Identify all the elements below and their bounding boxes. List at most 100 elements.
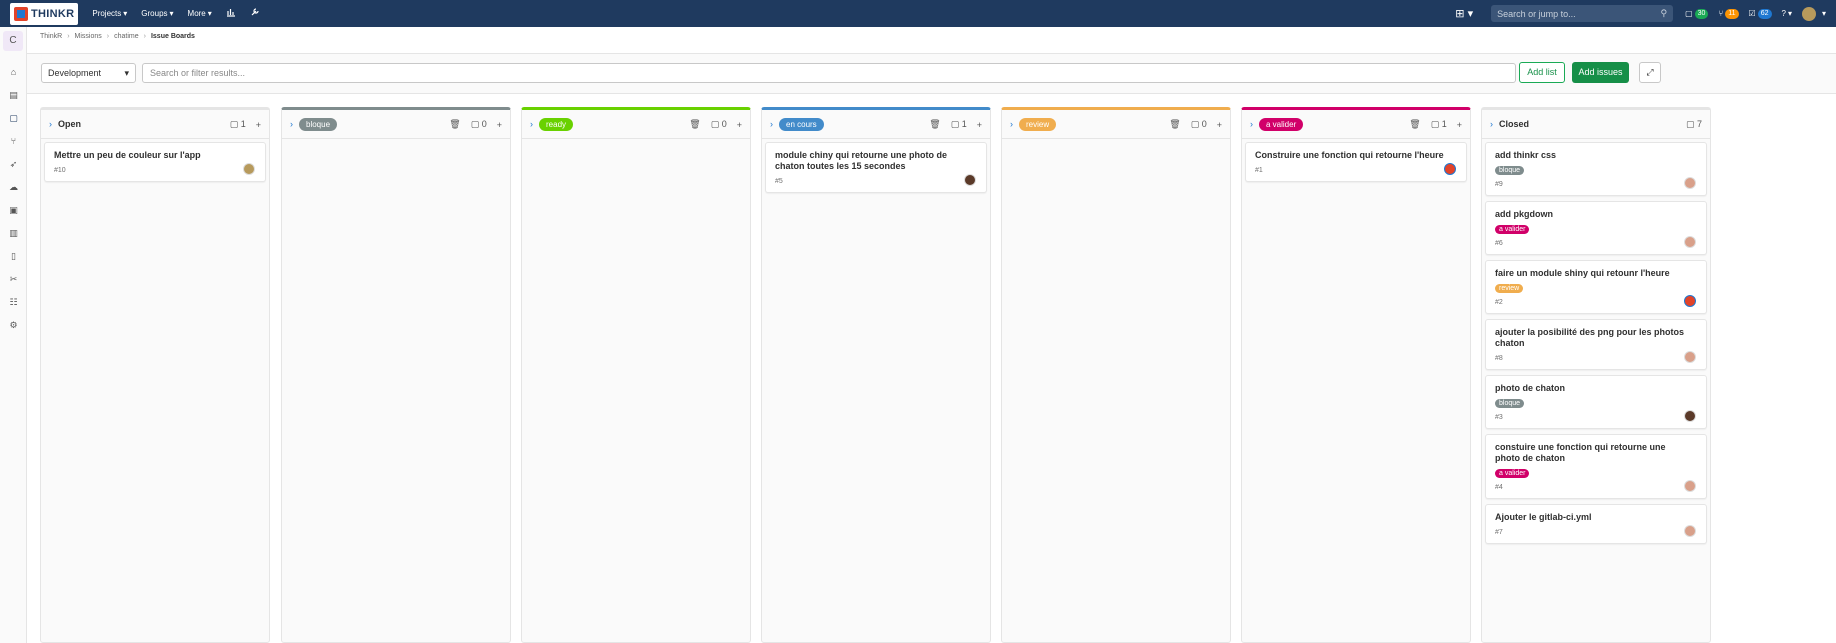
fullscreen-icon[interactable]: ⤢ <box>1639 62 1661 83</box>
chevron-right-icon[interactable]: › <box>1010 119 1013 129</box>
add-issue-plus-icon[interactable]: + <box>256 120 261 130</box>
operations-icon[interactable]: ☁ <box>0 176 27 199</box>
trash-icon[interactable]: 🗑 <box>929 119 940 130</box>
issues-counter[interactable]: ▢ 30 <box>1685 8 1709 19</box>
breadcrumb-current[interactable]: Issue Boards <box>151 33 195 40</box>
user-menu[interactable]: ▾ <box>1801 6 1826 21</box>
add-issue-plus-icon[interactable]: + <box>1217 120 1222 130</box>
issue-title[interactable]: add thinkr css <box>1495 150 1697 161</box>
groups-menu[interactable]: Groups ▾ <box>141 9 173 18</box>
board-selector[interactable]: Development ▾ <box>41 63 136 83</box>
assignee-avatar[interactable] <box>1684 177 1696 189</box>
issue-label[interactable]: review <box>1495 284 1524 293</box>
projects-menu[interactable]: Projects ▾ <box>92 9 127 18</box>
chevron-down-icon: ▾ <box>1464 8 1474 20</box>
chevron-right-icon[interactable]: › <box>530 119 533 129</box>
help-dropdown[interactable]: ? ▾ <box>1782 9 1792 18</box>
issue-label[interactable]: bloque <box>1495 166 1525 175</box>
issue-card[interactable]: photo de chaton bloque #3 <box>1485 375 1707 429</box>
assignee-avatar[interactable] <box>1684 480 1696 492</box>
issue-title[interactable]: constuire une fonction qui retourne une … <box>1495 442 1697 464</box>
list-label[interactable]: ready <box>539 117 574 131</box>
project-avatar[interactable]: C <box>3 31 23 51</box>
add-issue-plus-icon[interactable]: + <box>737 120 742 130</box>
assignee-avatar[interactable] <box>1684 236 1696 248</box>
chevron-right-icon[interactable]: › <box>770 119 773 129</box>
assignee-avatar[interactable] <box>1684 351 1696 363</box>
home-icon[interactable]: ⌂ <box>0 61 27 84</box>
chevron-right-icon[interactable]: › <box>290 119 293 129</box>
issue-label[interactable]: a valider <box>1495 469 1530 478</box>
issue-card[interactable]: constuire une fonction qui retourne une … <box>1485 434 1707 499</box>
rocket-icon[interactable]: ➶ <box>0 153 27 176</box>
issue-label[interactable]: bloque <box>1495 399 1525 408</box>
add-issues-button[interactable]: Add issues <box>1572 62 1629 83</box>
analytics-icon[interactable]: ▥ <box>0 222 27 245</box>
issue-card[interactable]: module chiny qui retourne une photo de c… <box>765 142 987 193</box>
assignee-avatar[interactable] <box>1444 163 1456 175</box>
issue-card[interactable]: faire un module shiny qui retounr l'heur… <box>1485 260 1707 314</box>
assignee-avatar[interactable] <box>243 163 255 175</box>
add-issue-plus-icon[interactable]: + <box>977 120 982 130</box>
global-search-input[interactable]: Search or jump to... ⚲ <box>1491 5 1674 22</box>
issue-card[interactable]: add thinkr css bloque #9 <box>1485 142 1707 196</box>
thinkr-logo[interactable]: THINKR <box>10 2 79 25</box>
list-label[interactable]: review <box>1019 117 1057 131</box>
chevron-right-icon[interactable]: › <box>1490 119 1493 129</box>
breadcrumb-item[interactable]: Missions <box>75 33 102 40</box>
issues-count-badge: 30 <box>1694 8 1709 19</box>
add-list-button[interactable]: Add list <box>1519 62 1565 83</box>
todos-counter[interactable]: ☑ 62 <box>1749 8 1772 19</box>
chevron-right-icon[interactable]: › <box>49 119 52 129</box>
breadcrumb-item[interactable]: ThinkR <box>40 33 62 40</box>
list-label[interactable]: en cours <box>779 117 824 131</box>
merge-requests-counter[interactable]: ⑂ 11 <box>1718 8 1739 19</box>
assignee-avatar[interactable] <box>1684 295 1696 307</box>
issue-title[interactable]: Construire une fonction qui retourne l'h… <box>1255 150 1457 161</box>
issue-title[interactable]: add pkgdown <box>1495 209 1697 220</box>
issue-title[interactable]: ajouter la posibilité des png pour les p… <box>1495 327 1697 349</box>
list-label[interactable]: bloque <box>299 117 338 131</box>
package-icon[interactable]: ▣ <box>0 199 27 222</box>
trash-icon[interactable]: 🗑 <box>689 119 700 130</box>
merge-request-icon[interactable]: ⑂ <box>0 130 27 153</box>
breadcrumb-item[interactable]: chatime <box>114 33 139 40</box>
search-icon: ⚲ <box>1660 8 1668 18</box>
assignee-avatar[interactable] <box>964 174 976 186</box>
issue-title[interactable]: faire un module shiny qui retounr l'heur… <box>1495 268 1697 279</box>
new-item-dropdown[interactable]: ⊞ ▾ <box>1455 7 1473 20</box>
snippets-icon[interactable]: ✂ <box>0 268 27 291</box>
issue-card[interactable]: add pkgdown a valider #6 <box>1485 201 1707 255</box>
assignee-avatar[interactable] <box>1684 525 1696 537</box>
issue-card[interactable]: Ajouter le gitlab-ci.yml #7 <box>1485 504 1707 544</box>
issue-title[interactable]: Mettre un peu de couleur sur l'app <box>54 150 256 161</box>
activity-chart-icon[interactable] <box>226 7 236 20</box>
trash-icon[interactable]: 🗑 <box>449 119 460 130</box>
list-header: › bloque 🗑 ▢ 0 + <box>282 110 510 139</box>
trash-icon[interactable]: 🗑 <box>1169 119 1180 130</box>
more-menu[interactable]: More ▾ <box>188 9 212 18</box>
issue-card[interactable]: ajouter la posibilité des png pour les p… <box>1485 319 1707 370</box>
issue-card[interactable]: Construire une fonction qui retourne l'h… <box>1245 142 1467 182</box>
admin-wrench-icon[interactable] <box>250 7 260 20</box>
board-name: Development <box>48 68 102 78</box>
issue-title[interactable]: module chiny qui retourne une photo de c… <box>775 150 977 172</box>
project-sidebar: C ⌂ ▤ ▢ ⑂ ➶ ☁ ▣ ▥ ▯ ✂ ☷ ⚙ <box>0 27 27 643</box>
add-issue-plus-icon[interactable]: + <box>1457 120 1462 130</box>
issues-icon[interactable]: ▢ <box>0 107 27 130</box>
issue-title[interactable]: photo de chaton <box>1495 383 1697 394</box>
chevron-right-icon[interactable]: › <box>1250 119 1253 129</box>
wiki-icon[interactable]: ▯ <box>0 245 27 268</box>
issue-label[interactable]: a valider <box>1495 225 1530 234</box>
add-issue-plus-icon[interactable]: + <box>497 120 502 130</box>
trash-icon[interactable]: 🗑 <box>1409 119 1420 130</box>
issue-card[interactable]: Mettre un peu de couleur sur l'app #10 <box>44 142 266 182</box>
board-list-open: › Open ▢ 1 + Mettre un peu de couleur su… <box>40 107 270 643</box>
list-label[interactable]: a valider <box>1259 117 1304 131</box>
issue-title[interactable]: Ajouter le gitlab-ci.yml <box>1495 512 1697 523</box>
assignee-avatar[interactable] <box>1684 410 1696 422</box>
members-icon[interactable]: ☷ <box>0 291 27 314</box>
filter-search-input[interactable]: Search or filter results... <box>142 63 1516 83</box>
repository-icon[interactable]: ▤ <box>0 84 27 107</box>
settings-icon[interactable]: ⚙ <box>0 314 27 337</box>
